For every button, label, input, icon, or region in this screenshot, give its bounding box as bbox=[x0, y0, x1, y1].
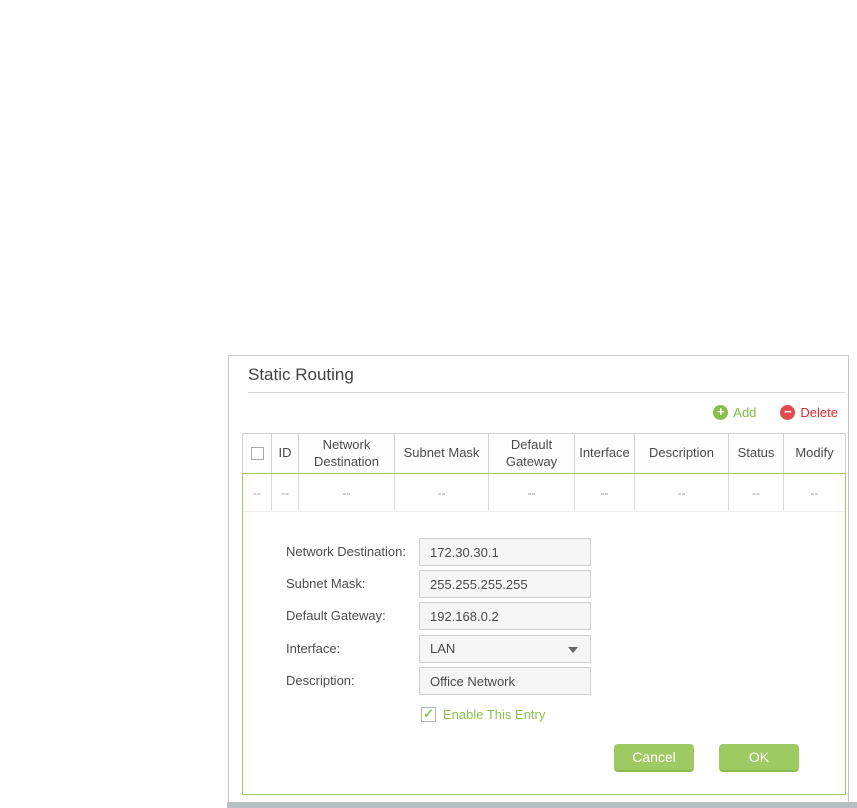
page-title: Static Routing bbox=[248, 365, 354, 384]
row-cell-description: -- bbox=[634, 474, 728, 511]
static-routing-panel: Static Routing Add Delete ID Network Des… bbox=[228, 355, 849, 803]
default-gateway-field[interactable] bbox=[419, 602, 591, 630]
edit-entry-box: -- -- -- -- -- -- -- -- -- Network Desti… bbox=[242, 473, 846, 795]
header-cell-status: Status bbox=[728, 434, 783, 473]
network-destination-field[interactable] bbox=[419, 538, 591, 566]
page: Static Routing Add Delete ID Network Des… bbox=[0, 0, 857, 808]
delete-button[interactable]: Delete bbox=[780, 403, 838, 421]
interface-selected-value: LAN bbox=[430, 641, 456, 656]
table-toolbar: Add Delete bbox=[713, 403, 838, 421]
routing-table-header: ID Network Destination Subnet Mask Defau… bbox=[242, 433, 846, 473]
form-row-network-destination: Network Destination: bbox=[243, 538, 845, 566]
header-cell-description: Description bbox=[634, 434, 728, 473]
enable-checkbox-label: Enable This Entry bbox=[443, 706, 546, 722]
header-cell-network-destination: Network Destination bbox=[298, 434, 394, 473]
row-cell-interface: -- bbox=[574, 474, 634, 511]
form-row-interface: Interface: LAN bbox=[243, 635, 845, 663]
select-all-checkbox[interactable] bbox=[250, 447, 264, 460]
description-field[interactable] bbox=[419, 667, 591, 695]
subnet-mask-field[interactable] bbox=[419, 570, 591, 598]
table-row: -- -- -- -- -- -- -- -- -- bbox=[243, 474, 845, 512]
header-cell-select bbox=[243, 434, 271, 473]
delete-minus-icon bbox=[780, 404, 796, 420]
row-cell-id: -- bbox=[271, 474, 298, 511]
add-plus-icon bbox=[713, 404, 729, 420]
add-button-label: Add bbox=[733, 404, 757, 420]
row-cell-network-destination: -- bbox=[298, 474, 394, 511]
header-cell-default-gateway: Default Gateway bbox=[488, 434, 574, 473]
row-cell-default-gateway: -- bbox=[488, 474, 574, 511]
interface-dropdown[interactable]: LAN bbox=[419, 635, 591, 663]
add-button[interactable]: Add bbox=[713, 403, 756, 421]
header-cell-id: ID bbox=[271, 434, 298, 473]
header-cell-subnet-mask: Subnet Mask bbox=[394, 434, 488, 473]
form-row-default-gateway: Default Gateway: bbox=[243, 602, 845, 630]
default-gateway-label: Default Gateway: bbox=[286, 608, 386, 623]
form-row-subnet-mask: Subnet Mask: bbox=[243, 570, 845, 598]
interface-label: Interface: bbox=[286, 641, 341, 656]
delete-button-label: Delete bbox=[800, 404, 838, 420]
row-cell-modify: -- bbox=[783, 474, 845, 511]
subnet-mask-label: Subnet Mask: bbox=[286, 576, 366, 591]
ok-button[interactable]: OK bbox=[719, 744, 799, 772]
row-cell-select: -- bbox=[253, 485, 261, 500]
header-cell-modify: Modify bbox=[783, 434, 845, 473]
enable-checkbox[interactable] bbox=[421, 706, 436, 722]
form-row-description: Description: bbox=[243, 667, 845, 695]
cancel-button[interactable]: Cancel bbox=[614, 744, 694, 772]
enable-entry-row: Enable This Entry bbox=[421, 706, 545, 722]
chevron-down-icon bbox=[568, 647, 578, 653]
header-cell-interface: Interface bbox=[574, 434, 634, 473]
title-divider bbox=[248, 392, 845, 393]
description-label: Description: bbox=[286, 673, 355, 688]
row-cell-subnet-mask: -- bbox=[394, 474, 488, 511]
panel-bottom-edge bbox=[227, 802, 857, 808]
network-destination-label: Network Destination: bbox=[286, 544, 406, 559]
row-cell-status: -- bbox=[728, 474, 783, 511]
